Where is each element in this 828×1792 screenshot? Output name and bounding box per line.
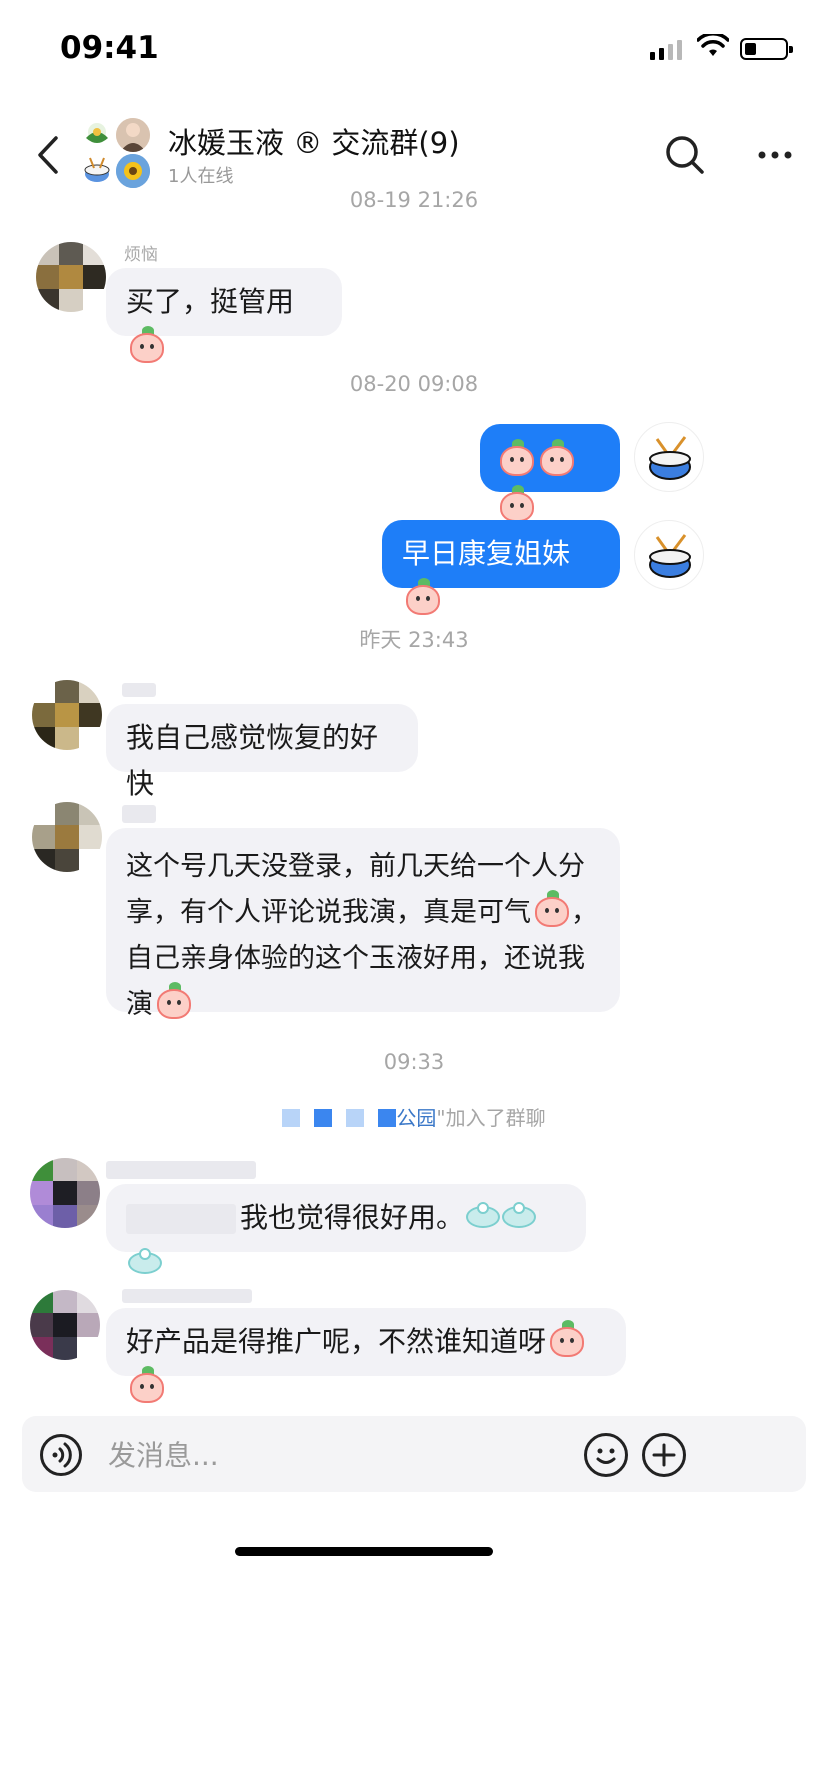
sender-name bbox=[122, 680, 156, 700]
timestamp: 08-19 21:26 bbox=[349, 188, 479, 212]
message-bubble[interactable]: 买了，挺管用 bbox=[106, 268, 342, 363]
status-time: 09:41 bbox=[60, 30, 159, 66]
peach-emoji-icon bbox=[498, 439, 536, 477]
back-arrow-icon[interactable] bbox=[30, 130, 70, 180]
avatar[interactable] bbox=[36, 242, 106, 312]
peach-emoji-icon bbox=[404, 578, 442, 616]
sender-name bbox=[122, 804, 156, 824]
bird-emoji-icon bbox=[502, 1200, 537, 1234]
home-indicator[interactable] bbox=[235, 1547, 493, 1556]
message-bubble[interactable]: 好产品是得推广呢，不然谁知道呀 bbox=[106, 1308, 626, 1403]
redacted-mention bbox=[126, 1204, 236, 1234]
drum-icon bbox=[649, 436, 691, 480]
message-input-bar: 发消息... bbox=[22, 1416, 806, 1492]
timestamp: 09:33 bbox=[383, 1050, 445, 1074]
message-bubble[interactable]: 我也觉得很好用。 bbox=[106, 1184, 586, 1274]
bird-emoji-icon bbox=[128, 1246, 162, 1280]
message-text: 我也觉得很好用。 bbox=[240, 1201, 465, 1234]
wifi-icon bbox=[697, 34, 729, 56]
voice-icon[interactable] bbox=[40, 1434, 82, 1476]
bird-emoji-icon bbox=[466, 1200, 501, 1234]
battery-icon bbox=[740, 38, 793, 60]
peach-emoji-icon bbox=[538, 439, 576, 477]
message-bubble[interactable] bbox=[480, 424, 620, 522]
timestamp: 昨天 23:43 bbox=[359, 628, 469, 652]
message-text: 买了，挺管用 bbox=[126, 285, 295, 318]
drum-avatar[interactable] bbox=[634, 422, 704, 492]
avatar[interactable] bbox=[30, 1290, 100, 1360]
message-text: 好产品是得推广呢，不然谁知道呀 bbox=[126, 1325, 547, 1358]
message-text: 这个号几天没登录，前几天给一个人分享，有个人评论说我演，真是可气 bbox=[126, 851, 585, 928]
emoji-icon[interactable] bbox=[584, 1433, 628, 1477]
more-icon[interactable] bbox=[750, 130, 800, 180]
peach-emoji-icon bbox=[128, 1366, 166, 1404]
sender-name bbox=[122, 1286, 252, 1306]
peach-emoji-icon bbox=[548, 1320, 586, 1358]
drum-avatar[interactable] bbox=[634, 520, 704, 590]
message-input[interactable]: 发消息... bbox=[108, 1434, 219, 1474]
peach-emoji-icon bbox=[128, 326, 166, 364]
chat-title: 冰媛玉液 ® 交流群(9) bbox=[168, 126, 460, 160]
timestamp: 08-20 09:08 bbox=[349, 372, 479, 396]
search-icon[interactable] bbox=[660, 130, 710, 180]
plus-icon[interactable] bbox=[642, 1433, 686, 1477]
avatar[interactable] bbox=[30, 1158, 100, 1228]
message-bubble[interactable]: 这个号几天没登录，前几天给一个人分享，有个人评论说我演，真是可气 ，自己亲身体验的… bbox=[106, 828, 620, 1020]
join-notice-text: "加入了群聊 bbox=[436, 1106, 546, 1130]
signal-icon bbox=[650, 38, 682, 60]
status-bar: 09:41 bbox=[0, 0, 828, 100]
drum-icon bbox=[649, 534, 691, 578]
sender-name bbox=[106, 1160, 256, 1180]
message-text: 我自己感觉恢复的好快 bbox=[126, 721, 379, 800]
message-bubble[interactable]: 我自己感觉恢复的好快 bbox=[106, 704, 418, 800]
avatar[interactable] bbox=[32, 680, 102, 750]
system-join-notice: 公园"加入了群聊 bbox=[0, 1102, 828, 1131]
avatar[interactable] bbox=[32, 802, 102, 872]
joined-user-name[interactable]: 公园 bbox=[396, 1106, 436, 1130]
online-status: 1人在线 bbox=[168, 166, 234, 187]
group-avatar[interactable] bbox=[80, 118, 152, 190]
sender-name: 烦恼 bbox=[124, 245, 158, 265]
peach-emoji-icon bbox=[498, 485, 536, 523]
crying-peach-emoji-icon bbox=[533, 890, 571, 928]
message-text: 早日康复姐妹 bbox=[402, 537, 571, 570]
message-bubble[interactable]: 早日康复姐妹 bbox=[382, 520, 620, 615]
angry-peach-emoji-icon bbox=[155, 982, 193, 1020]
